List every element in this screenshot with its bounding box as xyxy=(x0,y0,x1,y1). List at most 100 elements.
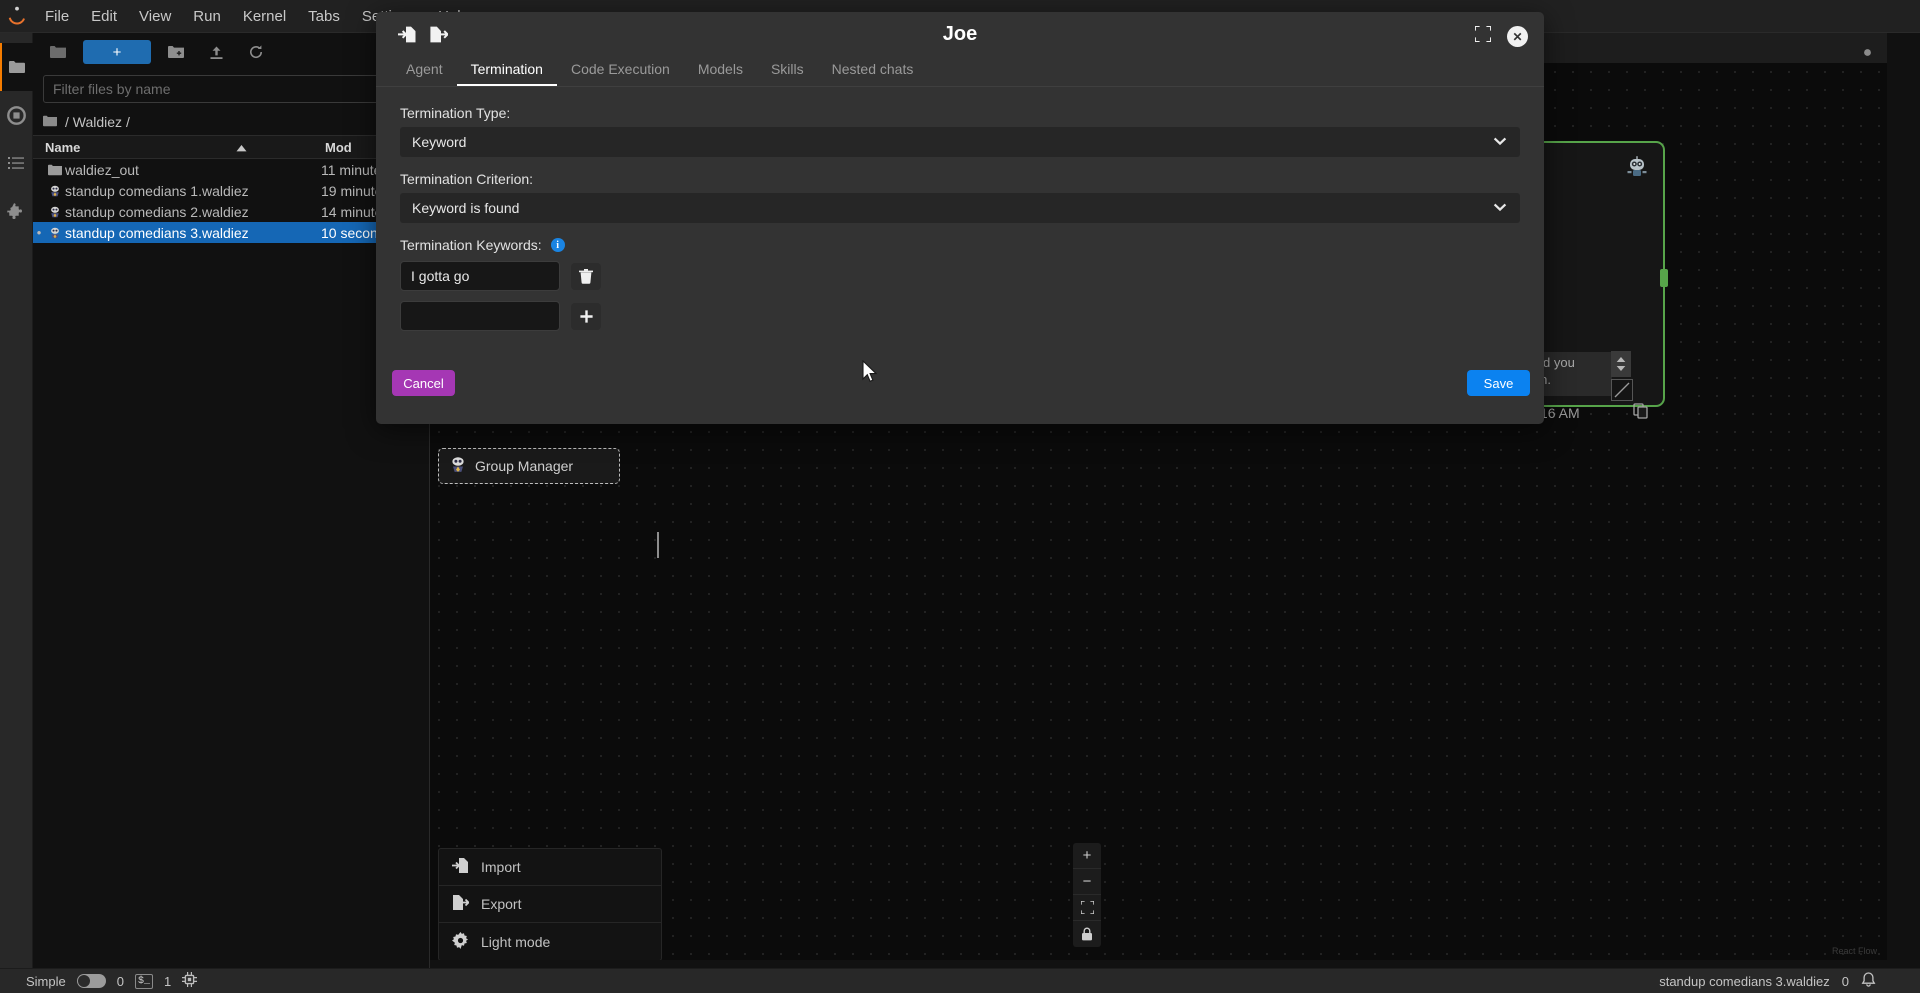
terminal-count: 1 xyxy=(164,973,172,989)
breadcrumb[interactable]: / Waldiez / xyxy=(33,109,429,135)
termination-criterion-select[interactable]: Keyword is found xyxy=(400,193,1520,223)
chevron-down-icon xyxy=(1492,133,1508,152)
bell-icon[interactable] xyxy=(1861,971,1876,991)
new-folder-icon xyxy=(167,46,184,58)
file-browser-toolbar: + xyxy=(33,33,429,71)
folder-icon xyxy=(43,114,58,130)
modal-footer: Cancel Save xyxy=(376,354,1544,424)
fit-view-button[interactable] xyxy=(1073,895,1101,921)
tab-agent[interactable]: Agent xyxy=(392,56,457,86)
table-row[interactable]: • standup comedians 3.waldiez 10 second xyxy=(33,222,429,243)
sidebar-item-table-of-contents[interactable] xyxy=(0,139,33,187)
save-button[interactable]: Save xyxy=(1467,370,1530,396)
canvas-context-menu: Import Export Light mode xyxy=(438,848,662,960)
node-connection-handle[interactable] xyxy=(1660,269,1668,287)
refresh-button[interactable] xyxy=(241,40,271,64)
copy-icon[interactable] xyxy=(1633,403,1649,424)
zoom-in-button[interactable]: + xyxy=(1073,843,1101,869)
waldiez-icon xyxy=(45,205,65,219)
status-bar-left: Simple 0 $_ 1 xyxy=(0,972,198,990)
zoom-out-button[interactable]: − xyxy=(1073,869,1101,895)
folder-icon xyxy=(9,61,25,73)
sidebar-item-file-browser[interactable] xyxy=(0,43,33,91)
delete-keyword-button[interactable] xyxy=(571,262,601,290)
zoom-controls: + − xyxy=(1073,843,1101,947)
kernel-count: 0 xyxy=(116,973,124,989)
menu-kernel[interactable]: Kernel xyxy=(232,4,297,29)
info-icon[interactable]: i xyxy=(550,238,565,252)
export-icon xyxy=(452,894,470,914)
tab-models[interactable]: Models xyxy=(684,56,757,86)
status-bar-right: standup comedians 3.waldiez 0 xyxy=(1659,971,1920,991)
new-keyword-input[interactable] xyxy=(400,301,560,331)
termination-type-label: Termination Type: xyxy=(400,105,511,121)
menu-edit[interactable]: Edit xyxy=(80,4,128,29)
canvas-menu-item-light-mode[interactable]: Light mode xyxy=(439,923,661,960)
canvas-menu-label: Import xyxy=(481,859,521,875)
terminal-icon[interactable]: $_ xyxy=(134,973,153,989)
table-row[interactable]: standup comedians 1.waldiez 19 minute xyxy=(33,180,429,201)
tab-nested-chats[interactable]: Nested chats xyxy=(818,56,928,86)
add-keyword-button[interactable] xyxy=(571,302,601,330)
table-row[interactable]: standup comedians 2.waldiez 14 minute xyxy=(33,201,429,222)
expand-icon[interactable] xyxy=(1474,25,1492,47)
stepper-icon[interactable] xyxy=(1611,351,1631,377)
new-launcher-button[interactable]: + xyxy=(83,40,151,64)
file-name: standup comedians 3.waldiez xyxy=(65,224,249,241)
menu-tabs[interactable]: Tabs xyxy=(297,4,351,29)
lock-button[interactable] xyxy=(1073,921,1101,947)
termination-type-select[interactable]: Keyword xyxy=(400,127,1520,157)
upload-icon xyxy=(210,46,222,59)
cancel-button[interactable]: Cancel xyxy=(392,370,455,396)
tab-code-execution[interactable]: Code Execution xyxy=(557,56,684,86)
refresh-icon xyxy=(250,45,263,59)
cpu-icon[interactable] xyxy=(182,972,198,990)
reactflow-attribution: React Flow xyxy=(1831,946,1877,956)
chevron-down-icon xyxy=(1492,199,1508,218)
page-title: Joe xyxy=(942,23,978,45)
new-folder-button[interactable] xyxy=(161,40,191,64)
left-activity-bar xyxy=(0,33,33,975)
canvas-menu-label: Export xyxy=(481,896,522,912)
simple-mode-label: Simple xyxy=(26,973,66,989)
import-icon xyxy=(452,857,469,877)
stop-circle-icon xyxy=(6,105,26,125)
overflow-dot-icon[interactable] xyxy=(1863,44,1872,62)
status-bar: Simple 0 $_ 1 standup comedians 3.waldie… xyxy=(0,968,1920,993)
table-row[interactable]: waldiez_out 11 minute xyxy=(33,159,429,180)
modified-dot: • xyxy=(36,225,42,240)
upload-button[interactable] xyxy=(201,40,231,64)
keyword-input[interactable] xyxy=(400,261,560,291)
file-name: waldiez_out xyxy=(65,161,139,178)
menu-view[interactable]: View xyxy=(128,4,182,29)
termination-criterion-label: Termination Criterion: xyxy=(400,171,534,187)
menu-run[interactable]: Run xyxy=(182,4,232,29)
agent-icon xyxy=(449,455,467,478)
tab-termination[interactable]: Termination xyxy=(456,56,557,86)
sidebar-item-running-terminals[interactable] xyxy=(0,91,33,139)
folder-icon xyxy=(43,40,73,64)
trash-icon xyxy=(579,268,593,284)
waldiez-icon xyxy=(45,184,65,198)
canvas-menu-item-import[interactable]: Import xyxy=(439,849,661,886)
node-group-manager[interactable]: Group Manager xyxy=(438,448,620,484)
file-filter-container xyxy=(33,71,429,109)
canvas-menu-item-export[interactable]: Export xyxy=(439,886,661,923)
breadcrumb-path[interactable]: / Waldiez / xyxy=(65,114,130,130)
plus-icon xyxy=(579,309,593,323)
file-browser-panel: + Filter files by name / Waldiez / Name … xyxy=(33,33,430,975)
close-icon[interactable]: ✕ xyxy=(1507,26,1528,47)
menu-file[interactable]: File xyxy=(34,4,80,29)
new-keyword-row xyxy=(400,301,1520,331)
tab-skills[interactable]: Skills xyxy=(757,56,818,86)
search-input[interactable] xyxy=(43,75,419,103)
sidebar-item-extension-manager[interactable] xyxy=(0,187,33,235)
keyword-row xyxy=(400,261,1520,291)
waldiez-icon xyxy=(45,226,65,240)
gear-icon xyxy=(452,931,469,952)
resize-handle[interactable] xyxy=(1611,379,1633,401)
simple-mode-toggle[interactable] xyxy=(76,974,106,988)
modal-header: Joe ✕ xyxy=(376,12,1544,57)
column-header-name[interactable]: Name xyxy=(33,140,319,155)
modal-controls: ✕ xyxy=(1474,25,1528,47)
